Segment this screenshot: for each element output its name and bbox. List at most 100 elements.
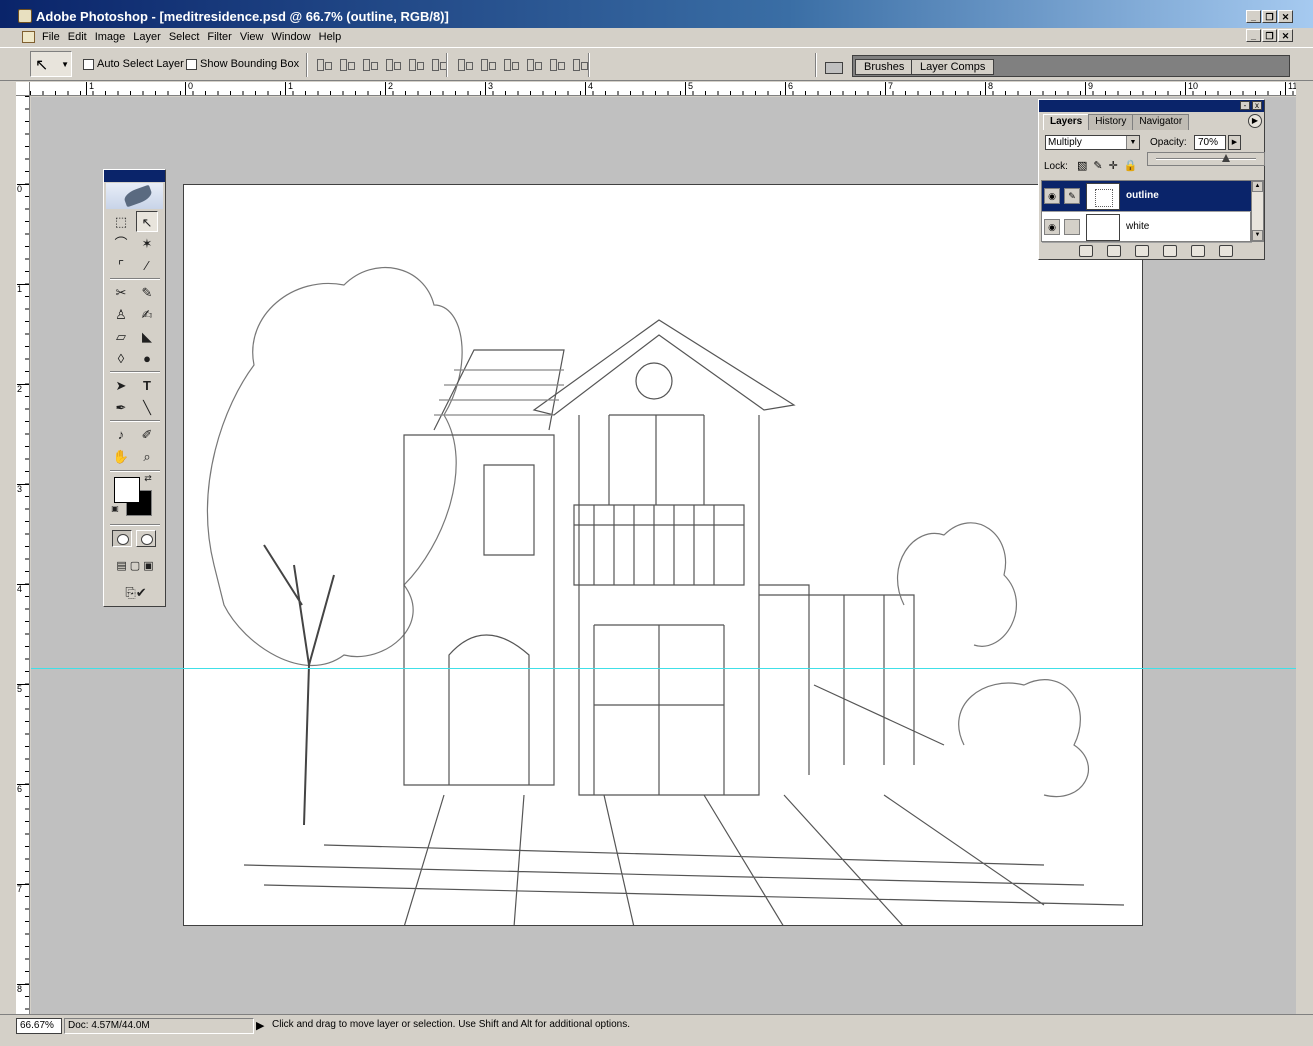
history-brush-tool-icon[interactable]: ✍: [136, 304, 158, 325]
document-canvas[interactable]: [183, 184, 1143, 926]
distribute-vertical-center-icon[interactable]: [479, 57, 497, 71]
auto-select-layer-checkbox[interactable]: Auto Select Layer: [83, 58, 184, 70]
brush-link-icon[interactable]: ✎: [1064, 188, 1080, 204]
opacity-slider[interactable]: [1147, 152, 1265, 166]
trash-icon[interactable]: [1219, 245, 1233, 257]
marquee-tool-icon[interactable]: ⬚: [110, 211, 132, 232]
horizontal-ruler[interactable]: 1 0 1 2 3 4 5 6 7 8 9 10 11: [30, 82, 1296, 96]
paint-bucket-tool-icon[interactable]: ◣: [136, 326, 158, 347]
menu-view[interactable]: View: [238, 30, 270, 44]
new-layer-icon[interactable]: [1191, 245, 1205, 257]
menu-window[interactable]: Window: [270, 30, 317, 44]
palette-menu-arrow-icon[interactable]: ▶: [1248, 114, 1262, 128]
opacity-slider-toggle[interactable]: ▶: [1228, 135, 1241, 150]
blend-mode-select[interactable]: Multiply ▼: [1045, 135, 1140, 150]
document-icon[interactable]: [22, 31, 35, 43]
pen-tool-icon[interactable]: ✒: [110, 397, 132, 418]
align-bottom-icon[interactable]: [361, 57, 379, 71]
minimize-button[interactable]: _: [1246, 10, 1261, 23]
screen-mode-icons[interactable]: ▤ ▢ ▣: [108, 556, 162, 577]
chevron-down-icon[interactable]: ▼: [1126, 136, 1139, 149]
move-tool-icon[interactable]: ↖: [136, 211, 158, 232]
clone-stamp-tool-icon[interactable]: ♙: [110, 304, 132, 325]
adjustment-layer-icon[interactable]: [1163, 245, 1177, 257]
checkbox-box[interactable]: [83, 58, 94, 70]
lasso-tool-icon[interactable]: ⌒: [110, 233, 132, 254]
photoshop-app-icon[interactable]: [18, 9, 32, 23]
layer-row-white[interactable]: ◉ white: [1042, 212, 1252, 243]
tab-history[interactable]: History: [1088, 114, 1134, 130]
palette-close-button[interactable]: x: [1252, 101, 1262, 110]
swap-colors-icon[interactable]: ⇄: [142, 472, 154, 484]
align-vertical-center-icon[interactable]: [338, 57, 356, 71]
checkbox-box[interactable]: [186, 58, 197, 70]
eraser-tool-icon[interactable]: ▱: [110, 326, 132, 347]
brush-tool-icon[interactable]: ✎: [136, 282, 158, 303]
layer-set-folder-icon[interactable]: [1135, 245, 1149, 257]
blur-tool-icon[interactable]: ◊: [110, 348, 132, 369]
foreground-color-swatch[interactable]: [114, 477, 140, 503]
align-horizontal-center-icon[interactable]: [407, 57, 425, 71]
brushes-tab[interactable]: Brushes: [855, 59, 914, 75]
distribute-left-icon[interactable]: [525, 57, 543, 71]
layer-row-outline[interactable]: ◉ ✎ outline: [1042, 181, 1252, 212]
layer-style-icon[interactable]: [1079, 245, 1093, 257]
tab-navigator[interactable]: Navigator: [1132, 114, 1190, 130]
lock-transparency-icon[interactable]: ▧: [1077, 159, 1087, 172]
zoom-level-input[interactable]: 66.67%: [16, 1018, 62, 1034]
crop-tool-icon[interactable]: ⌜: [110, 255, 132, 276]
line-tool-icon[interactable]: ╲: [136, 397, 158, 418]
hand-tool-icon[interactable]: ✋: [110, 446, 132, 467]
distribute-bottom-icon[interactable]: [502, 57, 520, 71]
document-size-info[interactable]: Doc: 4.57M/44.0M: [64, 1018, 254, 1034]
ruler-origin[interactable]: [16, 82, 30, 96]
lock-image-icon[interactable]: ✎: [1093, 159, 1102, 172]
lock-all-icon[interactable]: 🔒: [1124, 159, 1138, 172]
palette-minimize-button[interactable]: -: [1240, 101, 1250, 110]
menu-select[interactable]: Select: [167, 30, 206, 44]
eye-icon[interactable]: ◉: [1044, 188, 1060, 204]
standard-mode-button[interactable]: [112, 530, 132, 547]
horizontal-guide[interactable]: [31, 668, 1296, 669]
align-top-icon[interactable]: [315, 57, 333, 71]
distribute-right-icon[interactable]: [571, 57, 589, 71]
zoom-tool-icon[interactable]: ⌕: [136, 446, 158, 467]
vertical-scrollbar[interactable]: [1296, 82, 1313, 1014]
slider-track[interactable]: [1156, 158, 1256, 160]
magic-wand-tool-icon[interactable]: ✶: [136, 233, 158, 254]
slider-thumb[interactable]: [1222, 154, 1230, 163]
toolbox-title-bar[interactable]: [104, 170, 165, 182]
scroll-down-arrow-icon[interactable]: ▼: [1252, 230, 1263, 241]
menu-file[interactable]: File: [40, 30, 66, 44]
menu-filter[interactable]: Filter: [205, 30, 237, 44]
scroll-up-arrow-icon[interactable]: ▲: [1252, 181, 1263, 192]
doc-restore-button[interactable]: ❐: [1262, 29, 1277, 42]
jump-to-imageready-icon[interactable]: ⎘✔: [114, 582, 158, 603]
layers-palette-title-bar[interactable]: - x: [1039, 100, 1264, 112]
slice-tool-icon[interactable]: ∕: [136, 255, 158, 276]
opacity-input[interactable]: 70%: [1194, 135, 1226, 150]
notes-tool-icon[interactable]: ♪: [110, 424, 132, 445]
status-menu-arrow-icon[interactable]: ▶: [256, 1019, 264, 1032]
link-slot-icon[interactable]: [1064, 219, 1080, 235]
distribute-horizontal-center-icon[interactable]: [548, 57, 566, 71]
path-selection-tool-icon[interactable]: ➤: [110, 375, 132, 396]
doc-close-button[interactable]: ✕: [1278, 29, 1293, 42]
doc-minimize-button[interactable]: _: [1246, 29, 1261, 42]
eyedropper-tool-icon[interactable]: ✐: [136, 424, 158, 445]
menu-edit[interactable]: Edit: [66, 30, 93, 44]
distribute-top-icon[interactable]: [456, 57, 474, 71]
lock-position-icon[interactable]: ✛: [1109, 159, 1118, 172]
eye-icon[interactable]: ◉: [1044, 219, 1060, 235]
menu-image[interactable]: Image: [93, 30, 132, 44]
layer-mask-icon[interactable]: [1107, 245, 1121, 257]
align-left-icon[interactable]: [384, 57, 402, 71]
restore-button[interactable]: ❐: [1262, 10, 1277, 23]
layer-comps-tab[interactable]: Layer Comps: [911, 59, 995, 75]
palette-well-toggle-icon[interactable]: [822, 54, 844, 74]
menu-layer[interactable]: Layer: [131, 30, 167, 44]
show-bounding-box-checkbox[interactable]: Show Bounding Box: [186, 58, 299, 70]
dodge-tool-icon[interactable]: ●: [136, 348, 158, 369]
close-button[interactable]: ✕: [1278, 10, 1293, 23]
menu-help[interactable]: Help: [317, 30, 348, 44]
